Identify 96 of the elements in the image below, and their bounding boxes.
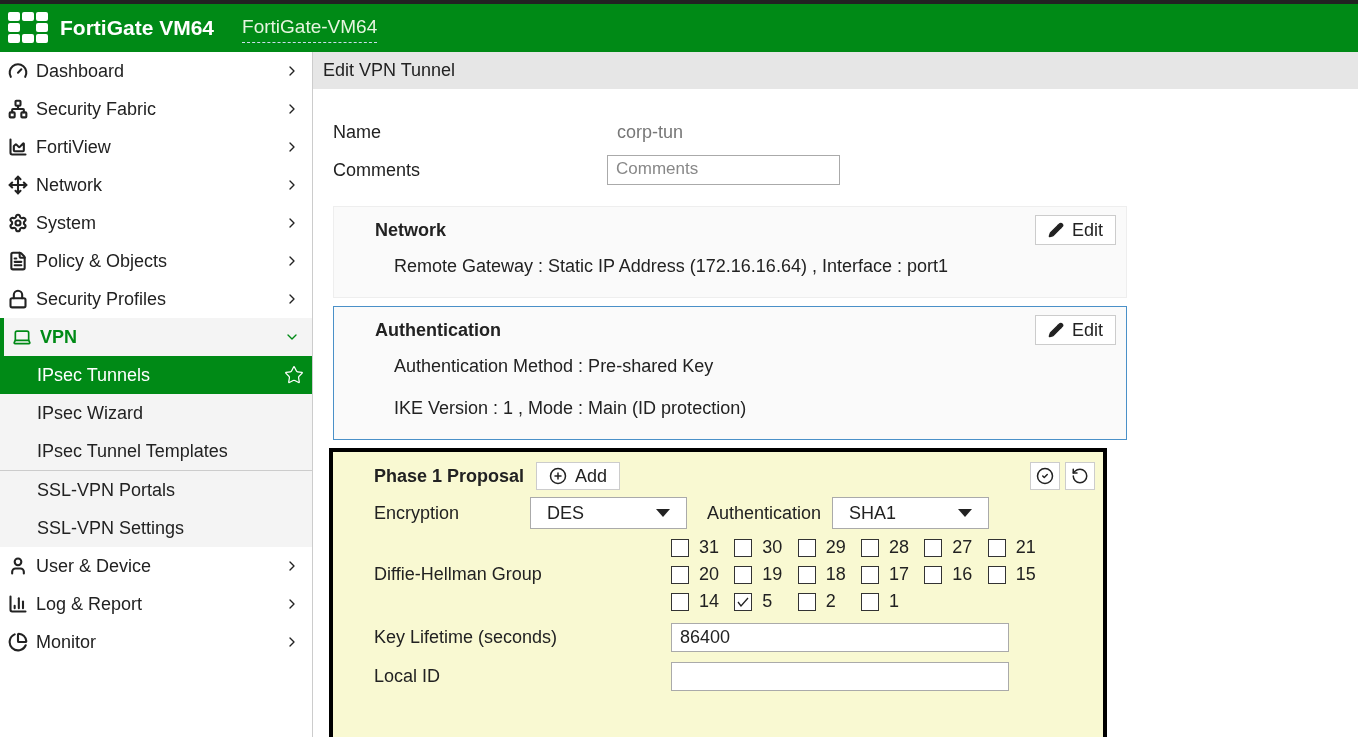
bar-chart-icon	[8, 594, 28, 614]
document-icon	[8, 251, 28, 271]
local-id-field[interactable]	[671, 661, 1009, 691]
encryption-label: Encryption	[374, 501, 461, 525]
submenu-item[interactable]: IPsec Tunnels	[0, 356, 312, 394]
checkbox-label: 1	[889, 590, 899, 613]
sidebar-item[interactable]: Log & Report	[0, 585, 312, 623]
checkbox-label: 2	[825, 590, 836, 613]
name-value: corp-tun	[617, 120, 684, 144]
logo-icon	[8, 12, 48, 44]
dropdown-caret-icon	[656, 509, 670, 517]
hostname-link[interactable]: FortiGate-VM64	[242, 13, 378, 43]
sidebar-item[interactable]: Monitor	[0, 623, 312, 661]
page-title-bar: Edit VPN Tunnel	[313, 52, 1358, 89]
dh-group-label: Diffie-Hellman Group	[374, 563, 543, 586]
authentication-label: Authentication	[706, 501, 823, 525]
checkbox[interactable]	[671, 538, 689, 557]
checkbox[interactable]	[734, 592, 753, 611]
sidebar-item[interactable]: FortiView	[0, 128, 312, 166]
submenu-item[interactable]: IPsec Wizard	[0, 394, 312, 432]
dropdown-caret-icon	[958, 509, 972, 517]
checkbox[interactable]	[797, 592, 816, 611]
name-label: Name	[333, 120, 382, 144]
fabric-icon	[8, 99, 28, 119]
move-arrows-icon	[8, 175, 28, 195]
checkbox-label: 5	[762, 590, 773, 613]
pencil-icon	[1047, 322, 1064, 338]
sidebar-item[interactable]: System	[0, 204, 312, 242]
checkbox-label: 14	[699, 590, 720, 613]
checkbox-label: 20	[699, 563, 720, 586]
proposal-title: Phase 1 Proposal	[374, 464, 525, 488]
checkmark-icon	[737, 596, 750, 607]
checkbox[interactable]	[671, 592, 689, 611]
comments-field[interactable]: Comments	[607, 155, 840, 185]
key-lifetime-label: Key Lifetime (seconds)	[374, 625, 559, 649]
plus-circle-icon	[549, 467, 568, 485]
submenu-item[interactable]: SSL-VPN Portals	[0, 471, 312, 509]
submenu-item[interactable]: IPsec Tunnel Templates	[0, 432, 312, 470]
encryption-select[interactable]: DES	[530, 497, 687, 529]
checkbox[interactable]	[924, 538, 943, 557]
checkbox[interactable]	[734, 565, 753, 584]
reset-button[interactable]	[1065, 462, 1095, 490]
key-lifetime-field[interactable]: 86400	[671, 622, 1009, 652]
checkbox[interactable]	[797, 538, 816, 557]
lock-icon	[8, 289, 28, 309]
area-chart-icon	[8, 137, 28, 157]
checkbox-label: 27	[952, 536, 973, 559]
laptop-icon	[12, 327, 32, 347]
sidebar-item[interactable]: Network	[0, 166, 312, 204]
edit-button[interactable]: Edit	[1034, 215, 1116, 245]
sidebar-item[interactable]: Dashboard	[0, 52, 312, 90]
checkbox-label: 29	[825, 536, 846, 559]
checkbox[interactable]	[671, 565, 689, 584]
checkbox-label: 21	[1015, 536, 1036, 559]
check-circle-icon	[1036, 467, 1054, 485]
checkbox-label: 31	[699, 536, 720, 559]
edit-button[interactable]: Edit	[1034, 315, 1116, 345]
sidebar-item[interactable]: Security Profiles	[0, 280, 312, 318]
pie-chart-icon	[8, 632, 28, 652]
checkbox[interactable]	[861, 565, 879, 584]
checkbox-label: 15	[1015, 563, 1036, 586]
card-title: Network	[375, 218, 446, 242]
sidebar-item[interactable]: Policy & Objects	[0, 242, 312, 280]
checkbox-label: 17	[889, 563, 909, 586]
dashboard-icon	[8, 61, 28, 81]
comments-label: Comments	[333, 158, 422, 182]
checkbox[interactable]	[861, 538, 879, 557]
checkbox-label: 18	[825, 563, 846, 586]
card-detail: Authentication Method : Pre-shared Key	[393, 354, 715, 378]
checkbox-label: 16	[952, 563, 973, 586]
settings-icon	[8, 213, 28, 233]
undo-icon	[1071, 467, 1089, 485]
card-title: Authentication	[375, 318, 501, 342]
card-detail: Remote Gateway : Static IP Address (172.16.16.64) , Interface : port1	[393, 254, 949, 278]
star-icon[interactable]	[284, 365, 304, 385]
checkbox-label: 28	[889, 536, 909, 559]
checkbox[interactable]	[987, 538, 1006, 557]
authentication-select[interactable]: SHA1	[832, 497, 989, 529]
card-detail: IKE Version : 1 , Mode : Main (ID protection)	[393, 396, 748, 420]
checkbox[interactable]	[861, 592, 879, 611]
checkbox[interactable]	[924, 565, 943, 584]
checkbox[interactable]	[987, 565, 1006, 584]
checkbox[interactable]	[797, 565, 816, 584]
local-id-label: Local ID	[374, 664, 442, 688]
sidebar-item[interactable]: VPN	[0, 318, 312, 356]
sidebar-item[interactable]: Security Fabric	[0, 90, 312, 128]
sidebar-item[interactable]: User & Device	[0, 547, 312, 585]
checkbox-label: 19	[762, 563, 783, 586]
add-button[interactable]: Add	[536, 462, 621, 490]
checkbox[interactable]	[734, 538, 753, 557]
apply-button[interactable]	[1030, 462, 1060, 490]
submenu-item[interactable]: SSL-VPN Settings	[0, 509, 312, 547]
checkbox-label: 30	[762, 536, 783, 559]
pencil-icon	[1047, 222, 1064, 238]
product-name: FortiGate VM64	[60, 15, 215, 42]
user-icon	[8, 556, 28, 576]
